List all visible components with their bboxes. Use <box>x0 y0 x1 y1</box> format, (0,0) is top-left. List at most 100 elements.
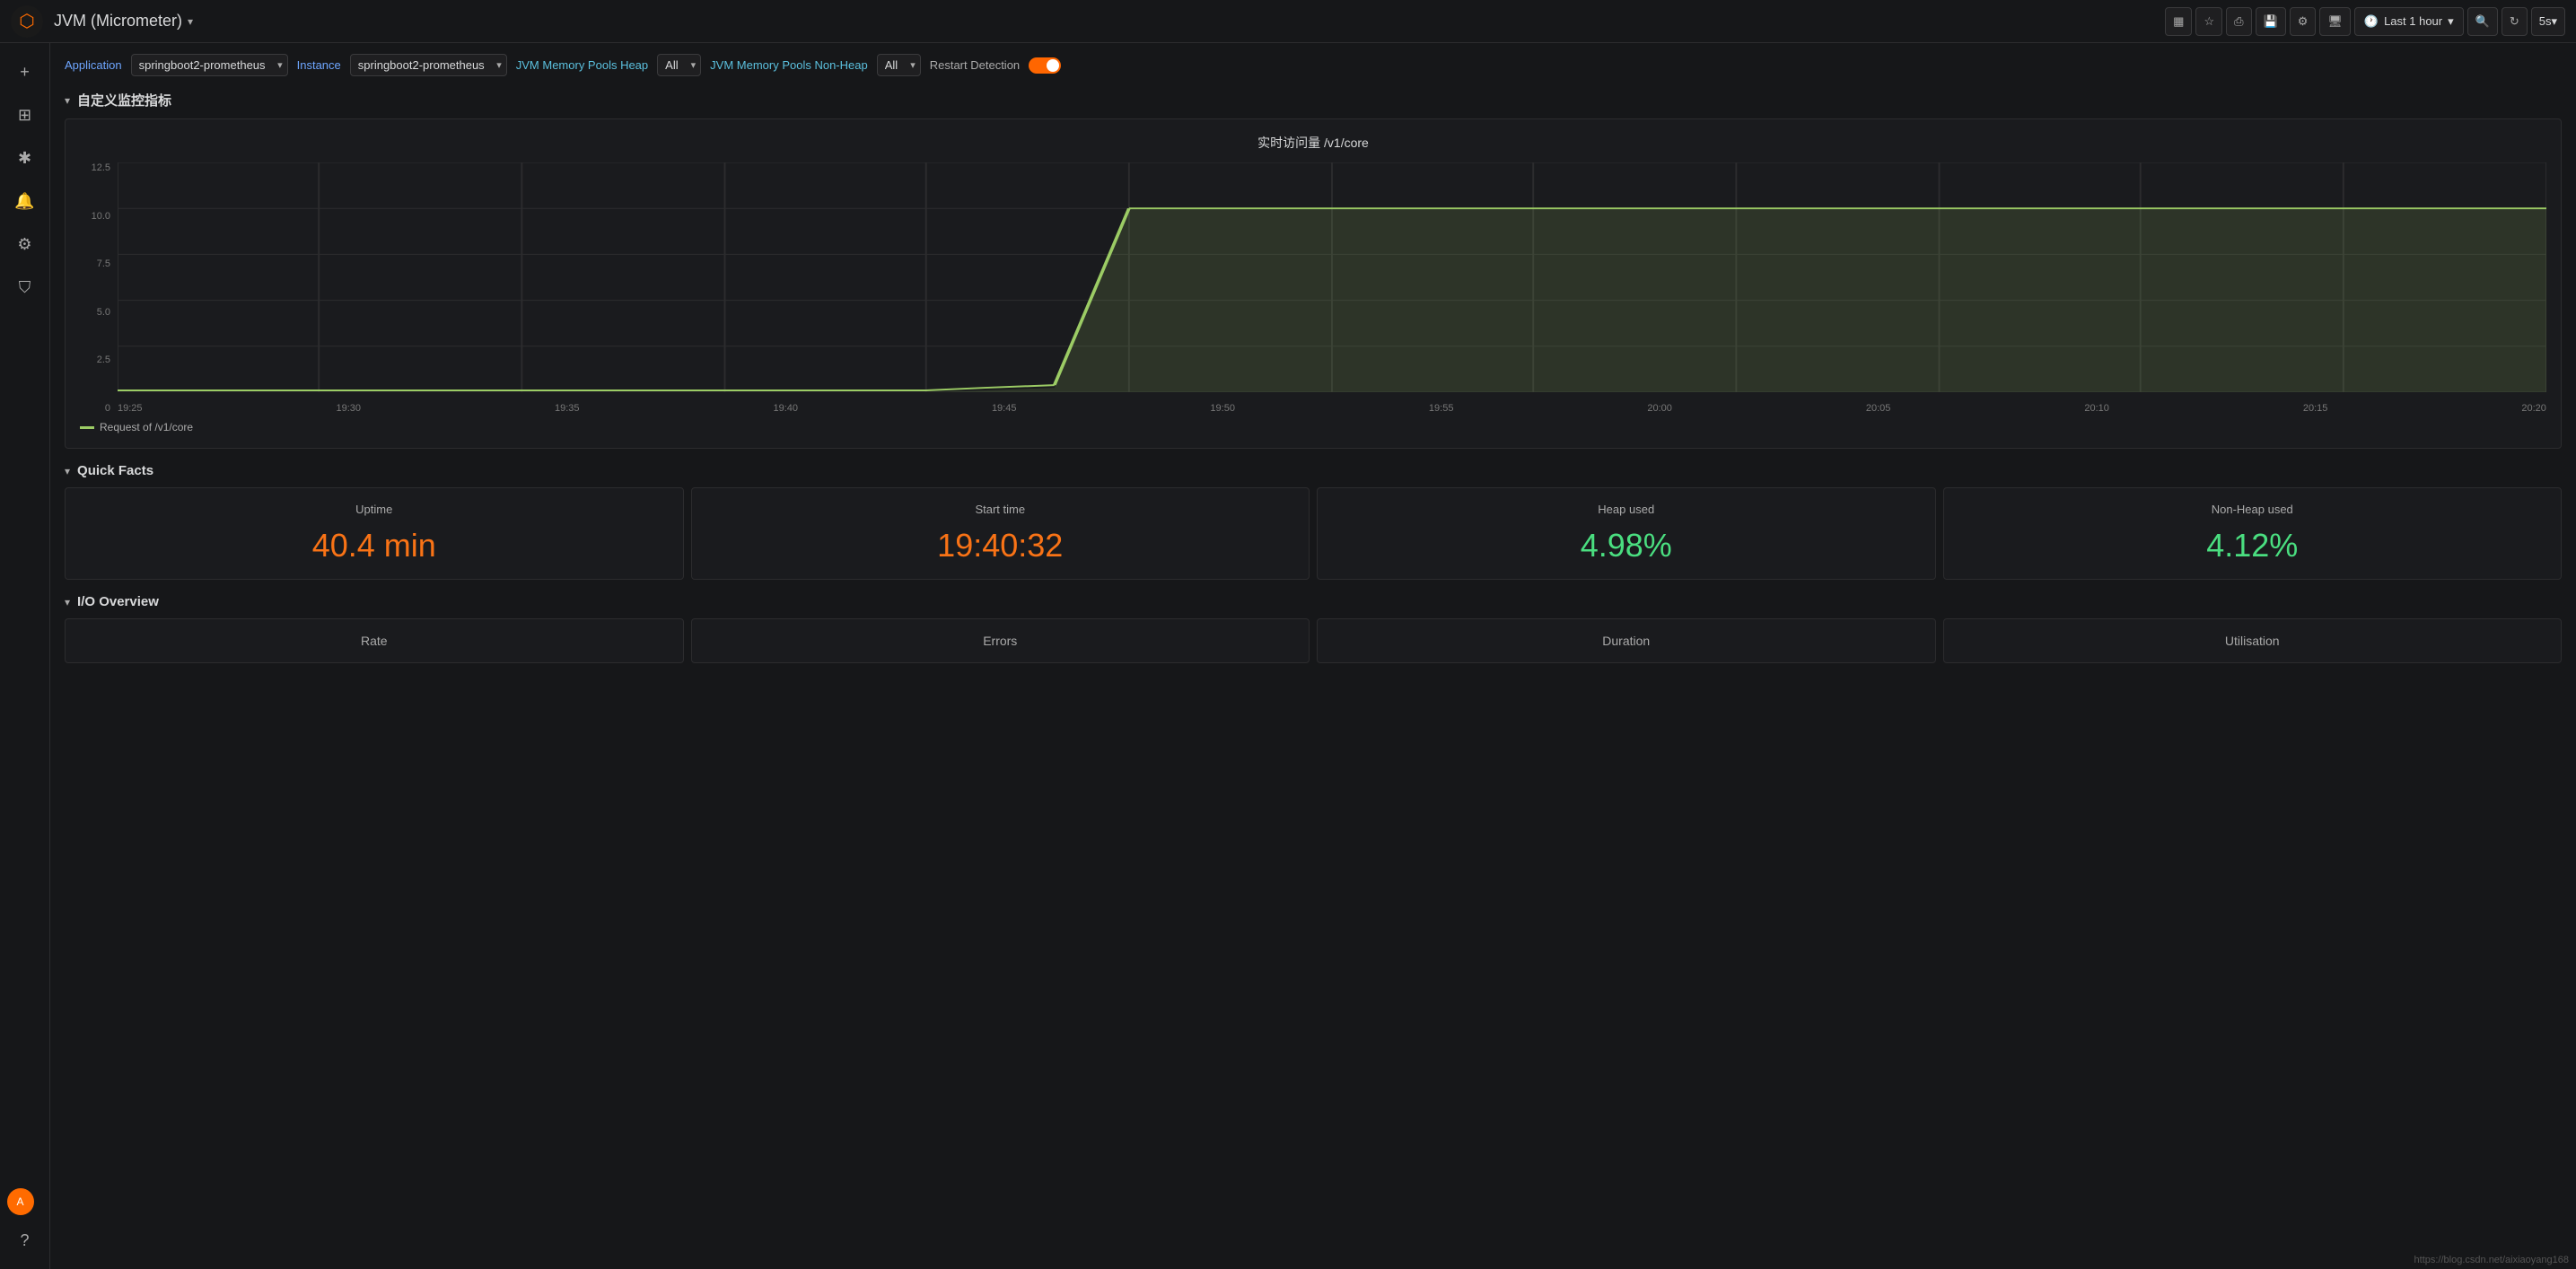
refresh-icon: ↻ <box>2510 14 2519 29</box>
star-button[interactable]: ☆ <box>2195 7 2222 36</box>
settings-icon: ⚙ <box>2298 14 2309 29</box>
collapse-icon: ▾ <box>65 94 70 107</box>
chart-inner <box>118 162 2546 392</box>
star-icon: ☆ <box>2204 14 2214 29</box>
sidebar-item-help[interactable]: ? <box>7 1222 43 1258</box>
time-chevron-icon: ▾ <box>2448 14 2454 29</box>
io-grid: Rate Errors Duration Utilisation <box>65 618 2562 663</box>
sidebar-item-alerts[interactable]: 🔔 <box>7 183 43 219</box>
title-chevron[interactable]: ▾ <box>188 15 193 28</box>
interval-button[interactable]: 5s ▾ <box>2531 7 2565 36</box>
utilisation-card: Utilisation <box>1943 618 2563 663</box>
sidebar-item-plus[interactable]: + <box>7 54 43 90</box>
non-heap-used-value: 4.12% <box>1958 527 2547 564</box>
non-heap-label: JVM Memory Pools Non-Heap <box>710 58 868 72</box>
time-picker[interactable]: 🕐 Last 1 hour ▾ <box>2354 7 2464 36</box>
quick-facts-collapse-icon: ▾ <box>65 465 70 477</box>
y-axis-labels: 12.5 10.0 7.5 5.0 2.5 0 <box>80 162 114 414</box>
heap-used-label: Heap used <box>1332 503 1921 516</box>
search-button[interactable]: 🔍 <box>2467 7 2498 36</box>
restart-toggle[interactable] <box>1029 57 1061 74</box>
filter-bar: Application springboot2-prometheus Insta… <box>65 54 2562 76</box>
main-content: Application springboot2-prometheus Insta… <box>50 43 2576 688</box>
duration-card: Duration <box>1317 618 1936 663</box>
tv-button[interactable]: 🖥 <box>2319 7 2351 36</box>
heap-select-wrap[interactable]: All <box>657 54 701 76</box>
rate-label: Rate <box>80 634 669 648</box>
dashboard-icon: ⊞ <box>18 106 31 125</box>
legend-color <box>80 426 94 429</box>
chart-title: 实时访问量 /v1/core <box>80 134 2546 152</box>
chart-area: 12.5 10.0 7.5 5.0 2.5 0 <box>80 162 2546 414</box>
non-heap-used-label: Non-Heap used <box>1958 503 2547 516</box>
bar-chart-button[interactable]: ▦ <box>2165 7 2192 36</box>
heap-used-card: Heap used 4.98% <box>1317 487 1936 580</box>
quick-facts-header[interactable]: ▾ Quick Facts <box>65 463 2562 478</box>
io-overview-section: ▾ I/O Overview Rate Errors Duration Util… <box>65 594 2562 663</box>
custom-metrics-header[interactable]: ▾ 自定义监控指标 <box>65 91 2562 109</box>
help-icon: ? <box>20 1231 29 1250</box>
time-label: Last 1 hour <box>2384 14 2442 28</box>
io-overview-header[interactable]: ▾ I/O Overview <box>65 594 2562 609</box>
heap-select[interactable]: All <box>657 54 701 76</box>
clock-icon: 🕐 <box>2364 14 2379 29</box>
bell-icon: 🔔 <box>14 192 34 211</box>
watermark: https://blog.csdn.net/aixiaoyang168 <box>2414 1255 2569 1265</box>
save-button[interactable]: 💾 <box>2256 7 2286 36</box>
io-overview-title: I/O Overview <box>77 594 159 609</box>
refresh-button[interactable]: ↻ <box>2502 7 2528 36</box>
utilisation-label: Utilisation <box>1958 634 2547 648</box>
gear-icon: ⚙ <box>17 235 31 254</box>
application-label: Application <box>65 58 122 72</box>
tv-icon: 🖥 <box>2327 14 2343 29</box>
quick-facts-title: Quick Facts <box>77 463 153 478</box>
restart-label: Restart Detection <box>930 58 1020 72</box>
quick-facts-grid: Uptime 40.4 min Start time 19:40:32 Heap… <box>65 487 2562 580</box>
chart-legend: Request of /v1/core <box>80 421 2546 433</box>
interval-chevron-icon: ▾ <box>2551 14 2557 29</box>
grafana-logo: ⬡ <box>11 5 43 38</box>
sidebar-item-settings[interactable]: ⚙ <box>7 226 43 262</box>
interval-label: 5s <box>2539 14 2552 28</box>
navbar: ⬡ JVM (Micrometer) ▾ ▦ ☆ ⎙ 💾 ⚙ 🖥 🕐 Last … <box>0 0 2576 43</box>
start-time-label: Start time <box>706 503 1295 516</box>
sidebar-item-shield[interactable]: ⛉ <box>7 269 43 305</box>
compass-icon: ✱ <box>18 149 31 168</box>
legend-label: Request of /v1/core <box>100 421 193 433</box>
application-select[interactable]: springboot2-prometheus <box>131 54 288 76</box>
avatar[interactable]: A <box>7 1188 34 1215</box>
settings-button[interactable]: ⚙ <box>2290 7 2317 36</box>
instance-select-wrap[interactable]: springboot2-prometheus <box>350 54 507 76</box>
sidebar-bottom: A ? <box>7 1188 43 1258</box>
plus-icon: + <box>20 63 30 82</box>
save-icon: 💾 <box>2264 14 2278 29</box>
sidebar-item-explore[interactable]: ✱ <box>7 140 43 176</box>
search-icon: 🔍 <box>2475 14 2490 29</box>
sidebar-item-dashboards[interactable]: ⊞ <box>7 97 43 133</box>
non-heap-used-card: Non-Heap used 4.12% <box>1943 487 2563 580</box>
quick-facts-section: ▾ Quick Facts Uptime 40.4 min Start time… <box>65 463 2562 580</box>
x-axis-labels: 19:25 19:30 19:35 19:40 19:45 19:50 19:5… <box>118 403 2546 414</box>
non-heap-select-wrap[interactable]: All <box>877 54 921 76</box>
custom-metrics-chart-panel: 实时访问量 /v1/core 12.5 10.0 7.5 5.0 2.5 0 <box>65 118 2562 449</box>
custom-metrics-section: ▾ 自定义监控指标 实时访问量 /v1/core 12.5 10.0 7.5 5… <box>65 91 2562 449</box>
heap-label: JVM Memory Pools Heap <box>516 58 648 72</box>
start-time-value: 19:40:32 <box>706 527 1295 564</box>
errors-label: Errors <box>706 634 1295 648</box>
non-heap-select[interactable]: All <box>877 54 921 76</box>
share-button[interactable]: ⎙ <box>2226 7 2251 36</box>
uptime-card: Uptime 40.4 min <box>65 487 684 580</box>
duration-label: Duration <box>1332 634 1921 648</box>
instance-select[interactable]: springboot2-prometheus <box>350 54 507 76</box>
application-select-wrap[interactable]: springboot2-prometheus <box>131 54 288 76</box>
start-time-card: Start time 19:40:32 <box>691 487 1310 580</box>
share-icon: ⎙ <box>2234 14 2243 29</box>
navbar-actions: ▦ ☆ ⎙ 💾 ⚙ 🖥 🕐 Last 1 hour ▾ 🔍 ↻ 5s <box>2165 7 2565 36</box>
uptime-label: Uptime <box>80 503 669 516</box>
rate-card: Rate <box>65 618 684 663</box>
svg-text:⬡: ⬡ <box>19 12 34 31</box>
heap-used-value: 4.98% <box>1332 527 1921 564</box>
shield-icon: ⛉ <box>19 278 31 297</box>
dashboard-title: JVM (Micrometer) ▾ <box>54 12 193 31</box>
custom-metrics-title: 自定义监控指标 <box>77 91 171 109</box>
